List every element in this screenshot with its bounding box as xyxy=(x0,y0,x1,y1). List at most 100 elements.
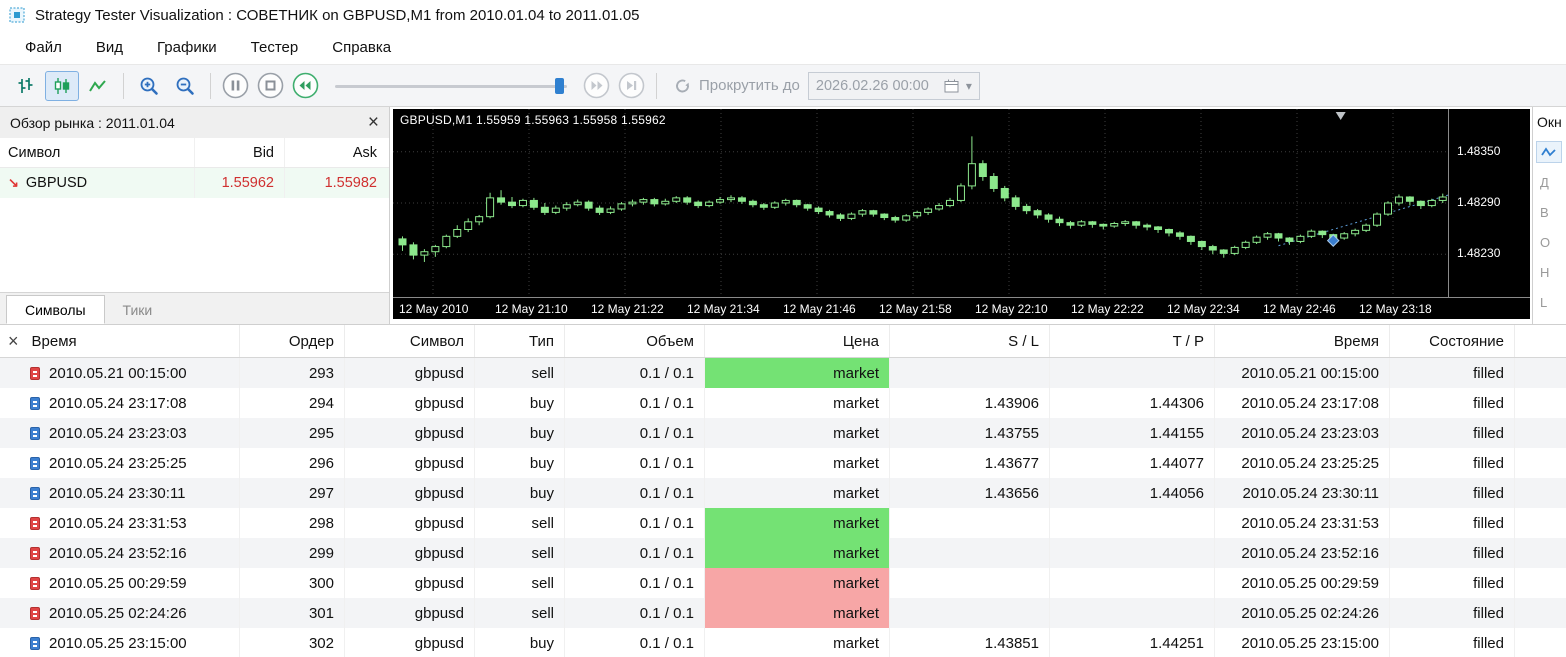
orders-header-filler xyxy=(1515,325,1566,357)
market-watch-close-button[interactable]: × xyxy=(368,113,379,132)
zoom-out-icon xyxy=(176,77,194,95)
order-row-293[interactable]: 2010.05.21 00:15:00 293 gbpusd sell 0.1 / 0.… xyxy=(0,358,1566,388)
column-header-symbol[interactable]: Символ xyxy=(0,138,195,167)
candlestick-chart-button[interactable] xyxy=(45,70,79,101)
column-header-ask[interactable]: Ask xyxy=(285,138,389,167)
cell-filler xyxy=(1515,538,1566,568)
orders-column-header-3[interactable]: Тип xyxy=(475,325,565,357)
order-row-298[interactable]: 2010.05.24 23:31:53 298 gbpusd sell 0.1 / 0.… xyxy=(0,508,1566,538)
toolbar-separator xyxy=(656,72,657,99)
cell-time: 2010.05.25 02:24:26 xyxy=(0,598,240,628)
orders-table-body: 2010.05.21 00:15:00 293 gbpusd sell 0.1 / 0.… xyxy=(0,358,1566,657)
skip-to-end-button[interactable] xyxy=(618,72,645,99)
orders-column-header-7[interactable]: T / P xyxy=(1050,325,1215,357)
order-row-301[interactable]: 2010.05.25 02:24:26 301 gbpusd sell 0.1 / 0.… xyxy=(0,598,1566,628)
sell-order-icon xyxy=(30,516,40,530)
app-icon xyxy=(9,7,25,23)
time-axis-label: 12 May 21:10 xyxy=(495,302,568,316)
cell-volume: 0.1 / 0.1 xyxy=(565,508,705,538)
slider-track[interactable] xyxy=(335,84,567,88)
cell-type: buy xyxy=(475,478,565,508)
order-time-text: 2010.05.25 23:15:00 xyxy=(49,634,187,652)
orders-close-button[interactable]: × xyxy=(8,332,19,350)
dropdown-caret-icon[interactable]: ▾ xyxy=(966,79,972,93)
order-row-295[interactable]: 2010.05.24 23:23:03 295 gbpusd buy 0.1 / 0.1… xyxy=(0,418,1566,448)
price-down-arrow-icon: ↘ xyxy=(8,175,19,190)
chart-widget[interactable]: GBPUSD,M1 1.55959 1.55963 1.55958 1.5596… xyxy=(393,109,1530,319)
orders-column-header-0[interactable]: × Время xyxy=(0,325,240,357)
cell-price: market xyxy=(705,508,890,538)
orders-column-header-5[interactable]: Цена xyxy=(705,325,890,357)
zoom-in-button[interactable] xyxy=(132,71,166,101)
menu-item-view[interactable]: Вид xyxy=(79,32,140,63)
cell-sl xyxy=(890,508,1050,538)
cell-price: market xyxy=(705,388,890,418)
rewind-icon xyxy=(292,72,319,99)
toolbar-separator xyxy=(123,72,124,99)
cell-state: filled xyxy=(1390,388,1515,418)
order-row-302[interactable]: 2010.05.25 23:15:00 302 gbpusd buy 0.1 / 0.1… xyxy=(0,628,1566,657)
cell-volume: 0.1 / 0.1 xyxy=(565,628,705,657)
column-header-bid[interactable]: Bid xyxy=(195,138,285,167)
time-axis[interactable]: 12 May 2010 12 May 21:10 12 May 21:22 12 Ma… xyxy=(393,297,1530,319)
orders-column-header-1[interactable]: Ордер xyxy=(240,325,345,357)
orders-column-header-4[interactable]: Объем xyxy=(565,325,705,357)
order-row-296[interactable]: 2010.05.24 23:25:25 296 gbpusd buy 0.1 / 0.1… xyxy=(0,448,1566,478)
cell-filler xyxy=(1515,418,1566,448)
stop-button[interactable] xyxy=(257,72,284,99)
order-row-294[interactable]: 2010.05.24 23:17:08 294 gbpusd buy 0.1 / 0.1… xyxy=(0,388,1566,418)
symbol-row[interactable]: ↘ GBPUSD 1.55962 1.55982 xyxy=(0,168,389,198)
main-area: Обзор рынка : 2011.01.04 × Символ Bid As… xyxy=(0,107,1566,324)
bar-chart-button[interactable] xyxy=(9,71,43,101)
cell-state: filled xyxy=(1390,478,1515,508)
zoom-out-button[interactable] xyxy=(168,71,202,101)
sell-order-icon xyxy=(30,366,40,380)
fast-forward-button[interactable] xyxy=(583,72,610,99)
data-window-chart-button[interactable] xyxy=(1536,141,1562,163)
cell-sl xyxy=(890,358,1050,388)
tab-symbols[interactable]: Символы xyxy=(6,295,105,324)
cell-symbol: gbpusd xyxy=(345,538,475,568)
time-axis-label: 12 May 21:34 xyxy=(687,302,760,316)
orders-column-header-2[interactable]: Символ xyxy=(345,325,475,357)
scroll-to-icon xyxy=(676,79,689,92)
orders-column-header-8[interactable]: Время xyxy=(1215,325,1390,357)
orders-column-header-9[interactable]: Состояние xyxy=(1390,325,1515,357)
sell-order-icon xyxy=(30,606,40,620)
cell-sl: 1.43656 xyxy=(890,478,1050,508)
scroll-date-input[interactable]: 2026.02.26 00:00 ▾ xyxy=(807,71,980,100)
cell-time-done: 2010.05.24 23:23:03 xyxy=(1215,418,1390,448)
tab-ticks[interactable]: Тики xyxy=(105,295,171,324)
slider-thumb[interactable] xyxy=(555,77,564,94)
cell-symbol: gbpusd xyxy=(345,598,475,628)
cell-tp xyxy=(1050,508,1215,538)
menu-item-help[interactable]: Справка xyxy=(315,32,408,63)
market-watch-header: Обзор рынка : 2011.01.04 × xyxy=(0,107,389,138)
orders-column-header-6[interactable]: S / L xyxy=(890,325,1050,357)
order-row-300[interactable]: 2010.05.25 00:29:59 300 gbpusd sell 0.1 / 0.… xyxy=(0,568,1566,598)
pause-button[interactable] xyxy=(222,72,249,99)
cell-time-done: 2010.05.25 23:15:00 xyxy=(1215,628,1390,657)
cell-order: 300 xyxy=(240,568,345,598)
cell-time: 2010.05.24 23:17:08 xyxy=(0,388,240,418)
buy-order-icon xyxy=(30,396,40,410)
menu-item-tester[interactable]: Тестер xyxy=(234,32,316,63)
menu-item-file[interactable]: Файл xyxy=(8,32,79,63)
chart-plot-svg[interactable] xyxy=(393,109,1448,297)
menu-item-charts[interactable]: Графики xyxy=(140,32,234,63)
time-axis-label: 12 May 22:34 xyxy=(1167,302,1240,316)
order-row-299[interactable]: 2010.05.24 23:52:16 299 gbpusd sell 0.1 / 0.… xyxy=(0,538,1566,568)
order-row-297[interactable]: 2010.05.24 23:30:11 297 gbpusd buy 0.1 / 0.1… xyxy=(0,478,1566,508)
cell-filler xyxy=(1515,448,1566,478)
cell-state: filled xyxy=(1390,508,1515,538)
market-watch-tabs: Символы Тики xyxy=(0,292,389,324)
speed-slider[interactable] xyxy=(335,75,567,97)
cell-type: sell xyxy=(475,568,565,598)
price-axis[interactable]: 1.48350 1.48290 1.48230 xyxy=(1448,109,1530,297)
line-chart-button[interactable] xyxy=(81,71,115,101)
cell-time-done: 2010.05.24 23:31:53 xyxy=(1215,508,1390,538)
cell-order: 301 xyxy=(240,598,345,628)
rewind-button[interactable] xyxy=(292,72,319,99)
cell-tp: 1.44056 xyxy=(1050,478,1215,508)
cell-time: 2010.05.24 23:31:53 xyxy=(0,508,240,538)
